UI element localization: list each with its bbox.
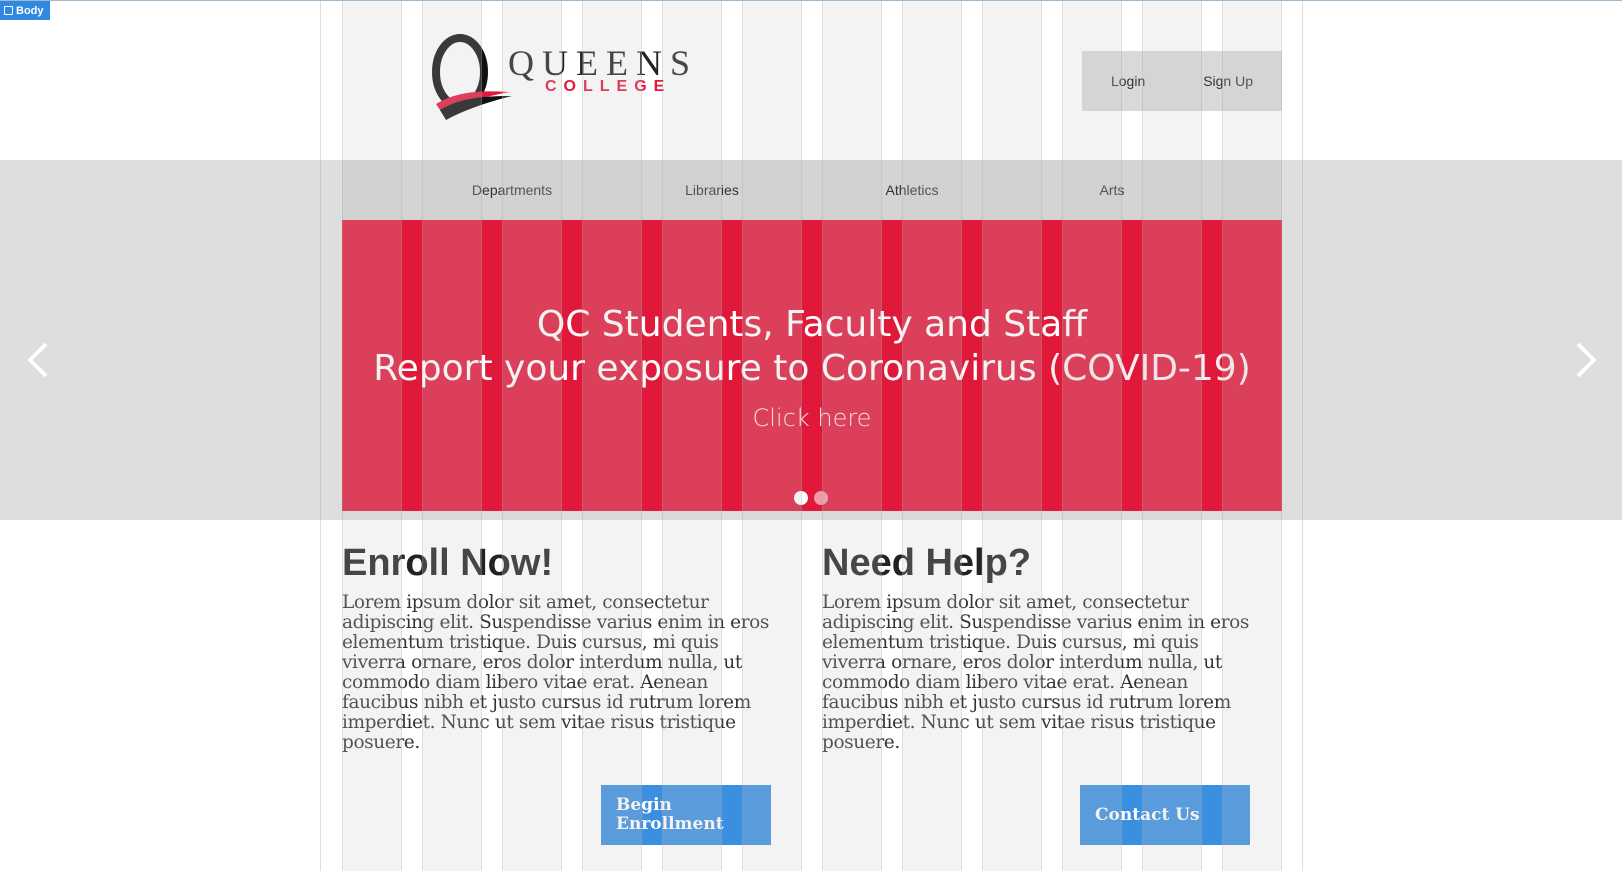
banner-cta-link[interactable]: Click here (342, 404, 1282, 432)
body-element-badge[interactable]: Body (0, 1, 50, 20)
chevron-left-icon (27, 342, 48, 378)
nav-item-departments[interactable]: Departments (412, 160, 612, 220)
nav-item-libraries[interactable]: Libraries (612, 160, 812, 220)
login-link[interactable]: Login (1111, 73, 1145, 89)
auth-links: Login Sign Up (1082, 51, 1282, 111)
banner-subheadline: Report your exposure to Coronavirus (COV… (342, 348, 1282, 389)
contact-us-button[interactable]: Contact Us (1080, 785, 1250, 845)
site-header: QUEENS COLLEGE Login Sign Up (0, 2, 1622, 160)
help-body-text: Lorem ipsum dolor sit amet, consectetur … (822, 592, 1249, 753)
slider-next-button[interactable] (1566, 335, 1606, 385)
banner-subheadline-main: Report your exposure to Coronavirus (373, 348, 1049, 389)
help-heading: Need Help? (822, 542, 1032, 584)
banner-subheadline-paren: (COVID-19) (1048, 348, 1251, 389)
slider-dot-2[interactable] (814, 491, 828, 505)
nav-item-athletics[interactable]: Athletics (812, 160, 1012, 220)
enroll-heading: Enroll Now! (342, 542, 554, 584)
signup-link[interactable]: Sign Up (1203, 73, 1253, 89)
covid-banner-slide[interactable]: QC Students, Faculty and Staff Report yo… (342, 220, 1282, 511)
element-icon (4, 6, 13, 15)
help-section: Need Help? Lorem ipsum dolor sit amet, c… (822, 542, 1262, 753)
slider-dot-1[interactable] (794, 491, 808, 505)
nav-item-arts[interactable]: Arts (1012, 160, 1212, 220)
enroll-body-text: Lorem ipsum dolor sit amet, consectetur … (342, 592, 769, 753)
banner-headline: QC Students, Faculty and Staff (536, 304, 1088, 345)
logo-q-mark-icon (432, 34, 512, 120)
enroll-section: Enroll Now! Lorem ipsum dolor sit amet, … (342, 542, 782, 753)
main-nav: Departments Libraries Athletics Arts (342, 160, 1282, 220)
slider-dots (794, 491, 828, 505)
hero-band: Departments Libraries Athletics Arts QC … (0, 160, 1622, 520)
slider-prev-button[interactable] (18, 335, 58, 385)
badge-label: Body (16, 4, 44, 17)
queens-college-logo[interactable]: QUEENS COLLEGE (430, 30, 690, 124)
begin-enrollment-button[interactable]: Begin Enrollment (601, 785, 771, 845)
logo-college-text: COLLEGE (545, 78, 672, 95)
chevron-right-icon (1576, 342, 1597, 378)
